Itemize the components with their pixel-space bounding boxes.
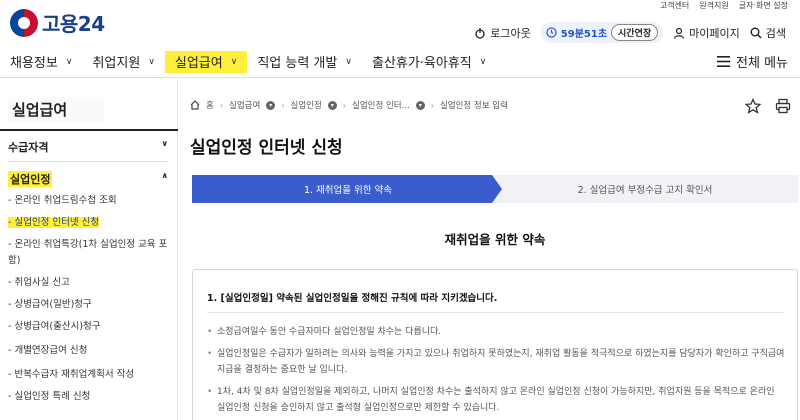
gnb-item-parental-leave[interactable]: 출산휴가·육아휴직 ∨	[362, 51, 496, 73]
logo-text: 고용24	[42, 12, 105, 36]
gnb-label: 직업 능력 개발	[257, 56, 338, 71]
logout-label: 로그아웃	[490, 26, 531, 40]
gnb-item-employment-support[interactable]: 취업지원 ∨	[82, 51, 164, 73]
sidebar-item-online-lecture[interactable]: - 온라인 취업특강(1차 실업인정 교육 포함)	[8, 237, 172, 269]
site-logo[interactable]: 고용24	[10, 8, 105, 37]
breadcrumb: 홈 › 실업급여 ▾ › 실업인정 ▾ › 실업인정 인터... ▾ › 실업인…	[190, 99, 508, 111]
sidebar-item-sickness-childbirth[interactable]: - 상병급여(출산시)청구	[8, 319, 172, 335]
global-nav: 채용정보 ∨ 취업지원 ∨ 실업급여 ∨ 직업 능력 개발 ∨ 출산휴가·육아휴직 ∨ 전…	[0, 46, 800, 78]
sidebar-item-dream-notebook[interactable]: - 온라인 취업드림수첩 조회	[8, 193, 172, 209]
pledge-bullet: 1차, 4차 및 8차 실업인정일을 제외하고, 나머지 실업인정 차수는 출석…	[207, 384, 785, 416]
breadcrumb-item[interactable]: 실업급여	[229, 99, 260, 111]
chevron-right-icon: ›	[219, 100, 224, 110]
breadcrumb-current: 실업인정 정보 입력	[439, 101, 508, 111]
sidebar-section-label: 수급자격	[8, 141, 49, 154]
chevron-down-icon: ∨	[65, 56, 73, 67]
gnb-item-skills-development[interactable]: 직업 능력 개발 ∨	[247, 51, 362, 73]
gnb-label: 출산휴가·육아휴직	[371, 56, 472, 71]
chevron-down-icon: ∨	[345, 56, 352, 67]
dropdown-icon[interactable]: ▾	[327, 100, 337, 110]
section-title: 재취업을 위한 약속	[444, 232, 546, 247]
power-icon	[475, 27, 485, 39]
pledge-heading: 1. [실업인정일] 약속된 실업인정일을 정해진 규칙에 따라 지키겠습니다.	[207, 293, 498, 304]
dropdown-icon[interactable]: ▾	[266, 100, 276, 110]
breadcrumb-item[interactable]: 실업인정	[291, 99, 322, 111]
pledge-box: 1. [실업인정일] 약속된 실업인정일을 정해진 규칙에 따라 지키겠습니다.…	[192, 269, 798, 420]
step-indicator: 1. 재취업을 위한 약속 2. 실업급여 부정수급 고지 확인서	[192, 175, 798, 203]
gnb-label: 취업지원	[92, 56, 141, 71]
sidebar-section-unemployment-recognition[interactable]: 실업인정 ∧	[8, 171, 168, 187]
mypage-label: 마이페이지	[689, 26, 740, 40]
hamburger-icon	[717, 56, 731, 67]
all-menu-button[interactable]: 전체 메뉴	[717, 52, 788, 71]
sidebar-item-employment-report[interactable]: - 취업사실 신고	[8, 275, 172, 291]
breadcrumb-item[interactable]: 실업인정 인터...	[352, 99, 410, 111]
chevron-right-icon: ›	[430, 100, 434, 110]
favorite-button[interactable]	[742, 95, 764, 117]
sidebar-section-eligibility[interactable]: 수급자격 ∨	[8, 139, 168, 155]
mypage-link[interactable]: 마이페이지	[673, 25, 740, 41]
page-tools	[742, 95, 794, 117]
search-icon	[750, 27, 762, 39]
sidebar-section-label: 실업인정	[8, 171, 53, 187]
sidebar: 실업급여 수급자격 ∨ 실업인정 ∧ - 온라인 취업드림수첩 조회 - 실업인…	[0, 79, 178, 420]
chevron-down-icon: ∨	[161, 139, 169, 148]
chevron-down-icon: ∨	[479, 56, 487, 67]
home-icon[interactable]	[190, 100, 200, 110]
all-menu-label: 전체 메뉴	[736, 56, 788, 71]
user-icon	[674, 27, 685, 39]
pledge-bullet: 실업인정일은 수급자가 일하려는 의사와 능력을 가지고 있으나 취업하지 못하…	[207, 346, 785, 378]
print-button[interactable]	[772, 95, 794, 117]
gnb-item-jobs[interactable]: 채용정보 ∨	[0, 51, 82, 73]
page-title: 실업인정 인터넷 신청	[190, 138, 343, 158]
pledge-divider	[207, 312, 783, 313]
star-icon	[745, 98, 761, 114]
session-timer: 59분51초 시간연장	[540, 22, 664, 43]
sidebar-item-special-case[interactable]: - 실업인정 특례 신청	[8, 389, 172, 405]
chevron-right-icon: ›	[281, 100, 285, 110]
sidebar-item-reemployment-plan[interactable]: - 반복수급자 재취업계획서 작성	[8, 367, 172, 383]
chevron-right-icon: ›	[342, 100, 346, 110]
sidebar-item-extension-benefit[interactable]: - 개별연장급여 신청	[8, 343, 172, 359]
sidebar-title-divider	[0, 129, 178, 131]
main-content: 홈 › 실업급여 ▾ › 실업인정 ▾ › 실업인정 인터... ▾ › 실업인…	[180, 79, 800, 420]
sidebar-item-online-application[interactable]: - 실업인정 인터넷 신청	[8, 215, 172, 231]
site-header: 고용24 로그아웃 59분51초 시간연장 마이페이지 검색	[0, 0, 800, 46]
logout-button[interactable]: 로그아웃	[474, 25, 531, 41]
search-button[interactable]: 검색	[750, 25, 786, 41]
timer-value: 59분51초	[560, 29, 608, 40]
breadcrumb-home[interactable]: 홈	[206, 99, 214, 111]
logo-emblem-icon	[10, 8, 38, 37]
sidebar-divider	[8, 161, 168, 162]
gnb-label: 채용정보	[10, 56, 58, 71]
gnb-item-unemployment-benefit[interactable]: 실업급여 ∨	[164, 50, 248, 73]
extend-session-button[interactable]: 시간연장	[611, 24, 659, 41]
pledge-bullet: 소정급여일수 동안 수급자마다 실업인정일 차수는 다릅니다.	[207, 324, 785, 340]
chevron-up-icon: ∧	[161, 171, 169, 180]
step-next: 2. 실업급여 부정수급 고지 확인서	[492, 175, 798, 203]
clock-icon	[546, 27, 557, 38]
chevron-down-icon: ∨	[148, 56, 155, 67]
gnb-label: 실업급여	[174, 56, 223, 71]
step-current: 1. 재취업을 위한 약속	[192, 175, 504, 203]
sidebar-item-label: - 실업인정 인터넷 신청	[8, 217, 100, 228]
print-icon	[775, 98, 791, 114]
header-actions: 로그아웃 59분51초 시간연장 마이페이지 검색	[474, 22, 786, 43]
search-label: 검색	[765, 26, 786, 40]
sidebar-title: 실업급여	[8, 97, 104, 122]
dropdown-icon[interactable]: ▾	[415, 100, 425, 110]
sidebar-item-sickness-general[interactable]: - 상병급여(일반)청구	[8, 297, 172, 313]
chevron-down-icon: ∨	[230, 56, 238, 67]
